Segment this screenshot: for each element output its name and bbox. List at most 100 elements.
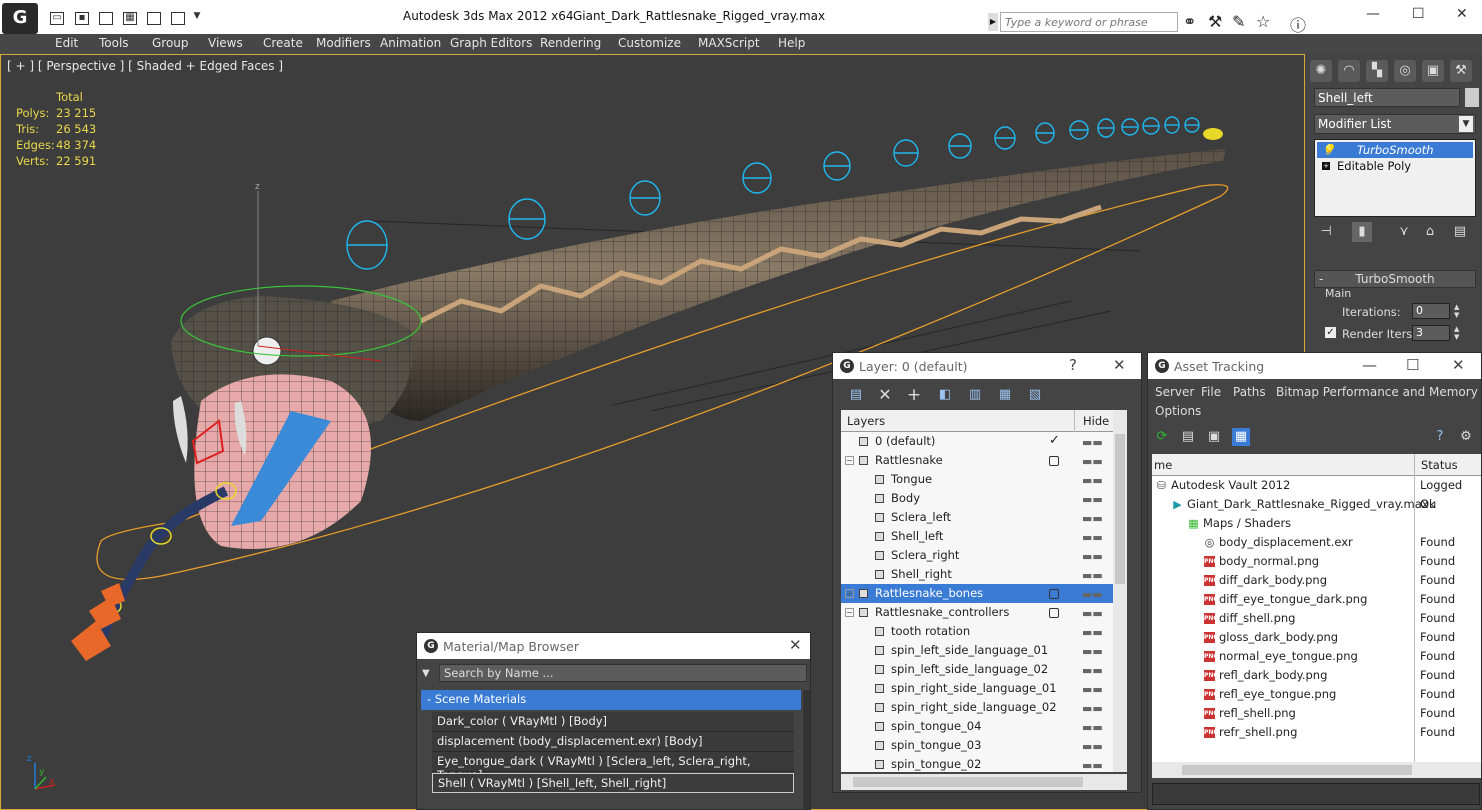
hide-toggle[interactable]: ▬▬ [1082,680,1103,699]
infocenter-search-input[interactable]: Type a keyword or phrase [1000,12,1178,32]
layer-row[interactable]: Tongue ▬▬ [841,470,1127,489]
render-iters-checkbox[interactable]: ✓ [1325,327,1336,338]
menu-views[interactable]: Views [208,36,243,50]
hide-toggle[interactable]: ▬▬ [1082,471,1103,490]
asset-row[interactable]: ◎ body_displacement.exr Found [1152,533,1481,552]
minimize-icon[interactable]: — [1366,6,1380,22]
asset-row[interactable]: ▦ Maps / Shaders [1152,514,1481,533]
browser-options-icon[interactable]: ▼ [422,668,430,679]
close-icon[interactable]: ✕ [1452,356,1465,374]
layer-row[interactable]: Sclera_left ▬▬ [841,508,1127,527]
quick-access-dropdown-icon[interactable]: ▼ [190,12,204,25]
set-current-layer-checkbox[interactable] [1049,608,1059,618]
asset-menu-bitmap-performance[interactable]: Bitmap Performance and Memory [1276,385,1478,399]
remove-modifier-icon[interactable]: ⌂ [1420,222,1440,242]
layer-row[interactable]: spin_left_side_language_01 ▬▬ [841,641,1127,660]
search-by-name-input[interactable]: Search by Name ... [439,664,807,682]
set-current-layer-checkbox[interactable] [1049,589,1059,599]
hide-toggle[interactable]: ▬▬ [1082,490,1103,509]
hide-toggle[interactable]: ▬▬ [1082,566,1103,585]
material-scrollbar[interactable] [803,690,810,809]
show-end-result-icon[interactable]: ▮ [1352,222,1372,242]
lightbulb-icon[interactable]: 💡 [1321,142,1335,158]
layer-vertical-scrollbar[interactable] [1113,410,1127,772]
material-row[interactable]: Eye_tongue_dark ( VRayMtl ) [Sclera_left… [432,752,794,782]
asset-row[interactable]: PNG refl_dark_body.png Found [1152,666,1481,685]
layer-row[interactable]: Sclera_right ▬▬ [841,546,1127,565]
hide-toggle[interactable]: ▬▬ [1082,737,1103,756]
layer-row[interactable]: − Rattlesnake_controllers ▬▬ [841,603,1127,622]
make-unique-icon[interactable]: ⋎ [1394,222,1414,242]
project-icon[interactable]: ▦ [123,12,137,25]
asset-menu-options[interactable]: Options [1155,404,1201,418]
render-iters-input[interactable]: 3 [1412,325,1450,341]
layer-row[interactable]: Shell_right ▬▬ [841,565,1127,584]
undo-icon[interactable] [147,12,161,25]
menu-edit[interactable]: Edit [55,36,78,50]
layer-row[interactable]: Shell_left ▬▬ [841,527,1127,546]
asset-row[interactable]: PNG gloss_dark_body.png Found [1152,628,1481,647]
column-layers[interactable]: Layers [847,414,885,428]
minimize-icon[interactable]: — [1362,356,1377,374]
select-objects-icon[interactable]: ◧ [936,386,954,404]
turbosmooth-rollout-header[interactable]: - TurboSmooth [1314,270,1476,288]
create-layer-icon[interactable]: ▤ [847,386,865,404]
vault-help-icon[interactable]: ? [1431,428,1449,446]
layer-row[interactable]: spin_tongue_02 ▬▬ [841,755,1127,774]
hide-toggle[interactable]: ▬▬ [1082,509,1103,528]
menu-customize[interactable]: Customize [618,36,681,50]
asset-row[interactable]: PNG normal_eye_tongue.png Found [1152,647,1481,666]
material-browser-titlebar[interactable]: G Material/Map Browser ✕ [417,633,810,659]
column-name[interactable]: me [1154,458,1172,472]
asset-row[interactable]: ▶ Giant_Dark_Rattlesnake_Rigged_vray.max O… [1152,495,1481,514]
hide-toggle[interactable]: ▬▬ [1082,585,1103,604]
redo-icon[interactable] [171,12,185,25]
layer-row[interactable]: 0 (default) ✓ ▬▬ [841,432,1127,451]
expander-icon[interactable]: + [845,589,854,598]
asset-row[interactable]: PNG refl_shell.png Found [1152,704,1481,723]
thumbnail-view-icon[interactable]: ▣ [1205,428,1223,446]
asset-row[interactable]: PNG diff_eye_tongue_dark.png Found [1152,590,1481,609]
layer-row[interactable]: spin_tongue_04 ▬▬ [841,717,1127,736]
wrench-icon[interactable]: ⚒ [1208,12,1222,31]
stack-item-turbosmooth[interactable]: 💡 TurboSmooth [1317,142,1473,158]
close-icon[interactable]: ✕ [1113,356,1126,374]
hide-toggle[interactable]: ▬▬ [1082,547,1103,566]
hide-toggle[interactable]: ▬▬ [1082,528,1103,547]
hide-toggle[interactable]: ▬▬ [1082,642,1103,661]
binoculars-icon[interactable]: ⚭ [1183,12,1196,31]
menu-graph-editors[interactable]: Graph Editors [450,36,532,50]
material-row[interactable]: Dark_color ( VRayMtl ) [Body] [432,712,794,732]
layer-row[interactable]: Body ▬▬ [841,489,1127,508]
current-layer-check-icon[interactable]: ✓ [1049,431,1060,450]
hide-all-icon[interactable]: ▦ [996,386,1014,404]
menu-modifiers[interactable]: Modifiers [316,36,371,50]
asset-row[interactable]: PNG refl_eye_tongue.png Found [1152,685,1481,704]
help-icon[interactable]: ? [1069,356,1077,374]
hide-toggle[interactable]: ▬▬ [1082,756,1103,775]
material-row[interactable]: Shell ( VRayMtl ) [Shell_left, Shell_rig… [432,773,794,793]
app-logo-icon[interactable]: G [2,3,38,34]
layer-row[interactable]: spin_left_side_language_02 ▬▬ [841,660,1127,679]
highlight-selected-icon[interactable]: ▥ [966,386,984,404]
menu-maxscript[interactable]: MAXScript [698,36,760,50]
layer-row[interactable]: spin_tongue_03 ▬▬ [841,736,1127,755]
stack-item-editable-poly[interactable]: + Editable Poly [1317,158,1473,174]
help-icon[interactable]: ⓘ [1290,12,1306,36]
hierarchy-tab-icon[interactable]: ▚ [1366,60,1388,82]
asset-row[interactable]: ⛁ Autodesk Vault 2012 Logged Ou [1152,476,1481,511]
asset-menu-file[interactable]: File [1201,385,1221,399]
display-tab-icon[interactable]: ▣ [1422,60,1444,82]
hide-toggle[interactable]: ▬▬ [1082,604,1103,623]
motion-tab-icon[interactable]: ◎ [1394,60,1416,82]
asset-row[interactable]: PNG body_normal.png Found [1152,552,1481,571]
hide-toggle[interactable]: ▬▬ [1082,699,1103,718]
close-icon[interactable]: ✕ [1456,6,1468,22]
menu-animation[interactable]: Animation [380,36,441,50]
layer-row[interactable]: spin_right_side_language_02 ▬▬ [841,698,1127,717]
refresh-icon[interactable]: ⟳ [1153,428,1171,446]
open-icon[interactable]: ▭ [50,12,64,25]
table-view-icon[interactable]: ▦ [1232,428,1250,446]
layer-row[interactable]: tooth rotation ▬▬ [841,622,1127,641]
column-status[interactable]: Status [1414,454,1481,476]
